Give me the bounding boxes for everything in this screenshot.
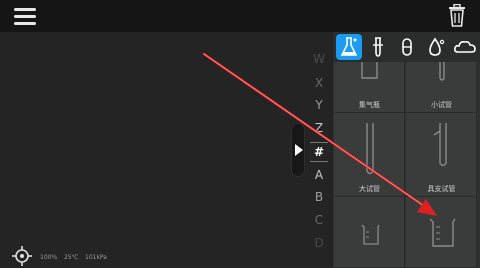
category-droplet[interactable]: [423, 34, 449, 60]
status-bar: 100% 25℃ 101kPa: [0, 240, 260, 268]
index-letter[interactable]: C: [304, 213, 334, 227]
crosshair-target-icon[interactable]: [12, 246, 32, 266]
equipment-item-small-test-tube[interactable]: 小试管: [406, 62, 477, 113]
panel-toggle-button[interactable]: [291, 123, 305, 177]
index-letter[interactable]: X: [304, 76, 334, 90]
experiment-canvas[interactable]: [0, 32, 300, 268]
equipment-item-gas-jar[interactable]: 集气瓶: [334, 62, 405, 113]
index-divider: [310, 161, 328, 162]
equipment-item-beaker[interactable]: [406, 197, 477, 268]
index-divider: [310, 142, 328, 143]
category-cloud[interactable]: [452, 34, 478, 60]
chevron-right-icon: [295, 144, 303, 156]
category-test-tube[interactable]: [365, 34, 391, 60]
category-capsule[interactable]: [394, 34, 420, 60]
index-letter[interactable]: B: [304, 190, 334, 204]
top-toolbar: [0, 0, 480, 32]
item-label: 集气瓶: [359, 101, 380, 109]
cloud-icon: [454, 41, 476, 53]
small-beaker-icon: [361, 224, 380, 245]
trash-icon[interactable]: [446, 3, 468, 28]
item-label: 小试管: [431, 101, 452, 109]
test-tube-icon: [373, 37, 383, 57]
droplet-icon: [429, 37, 445, 56]
app-root: 100% 25℃ 101kPa W X Y Z # A B C D 集气瓶 小试…: [0, 0, 480, 268]
index-letter[interactable]: D: [304, 236, 334, 250]
temperature-readout: 25℃: [64, 254, 79, 261]
index-letter[interactable]: A: [304, 168, 334, 182]
index-letter[interactable]: Z: [304, 121, 334, 135]
index-letter[interactable]: W: [304, 52, 334, 66]
equipment-item-branched-test-tube[interactable]: 具支试管: [406, 113, 477, 197]
zoom-percent: 100%: [40, 254, 58, 261]
index-letter[interactable]: Y: [304, 98, 334, 112]
hamburger-menu-icon[interactable]: [14, 8, 36, 26]
equipment-item-small-beaker[interactable]: [334, 197, 405, 268]
item-label: 大试管: [359, 185, 380, 193]
equipment-item-large-test-tube[interactable]: 大试管: [334, 113, 405, 197]
category-bar: [333, 32, 480, 62]
flask-icon: [340, 37, 358, 56]
capsule-icon: [402, 38, 412, 56]
category-flask[interactable]: [336, 34, 362, 60]
beaker-icon: [429, 218, 456, 247]
index-letter[interactable]: #: [304, 145, 334, 159]
item-label: 具支试管: [427, 185, 456, 193]
pressure-readout: 101kPa: [85, 254, 107, 261]
